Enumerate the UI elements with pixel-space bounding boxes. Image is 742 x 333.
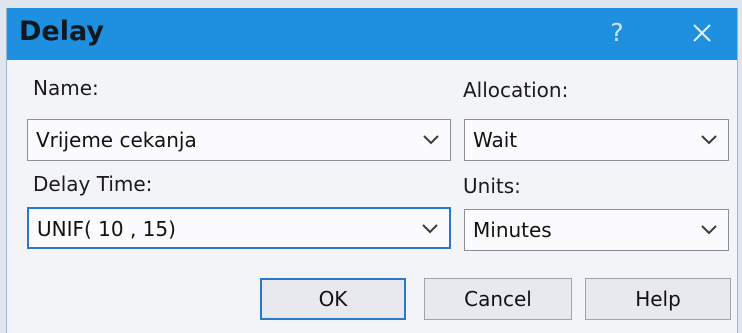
units-label: Units: bbox=[463, 174, 521, 198]
chevron-down-icon[interactable] bbox=[422, 132, 440, 146]
name-value: Vrijeme cekanja bbox=[36, 128, 197, 152]
delay-time-value: UNIF( 10 , 15) bbox=[37, 217, 176, 241]
name-combobox[interactable]: Vrijeme cekanja bbox=[27, 119, 451, 161]
window-title: Delay bbox=[19, 16, 104, 47]
units-value: Minutes bbox=[473, 218, 552, 242]
close-icon[interactable] bbox=[687, 18, 717, 48]
chevron-down-icon[interactable] bbox=[700, 132, 718, 146]
help-icon[interactable]: ? bbox=[607, 19, 627, 47]
allocation-value: Wait bbox=[473, 128, 518, 152]
chevron-down-icon[interactable] bbox=[421, 221, 439, 235]
title-bar[interactable]: Delay ? bbox=[7, 8, 737, 60]
cancel-button[interactable]: Cancel bbox=[424, 278, 572, 320]
name-label: Name: bbox=[33, 76, 99, 100]
units-combobox[interactable]: Minutes bbox=[464, 209, 729, 251]
allocation-combobox[interactable]: Wait bbox=[464, 119, 729, 161]
chevron-down-icon[interactable] bbox=[700, 222, 718, 236]
help-button[interactable]: Help bbox=[585, 278, 731, 320]
delay-dialog: Delay ? Name: Vrijeme cekanja Delay Time… bbox=[6, 8, 738, 333]
ok-button[interactable]: OK bbox=[260, 278, 406, 320]
allocation-label: Allocation: bbox=[463, 78, 569, 102]
delay-time-label: Delay Time: bbox=[33, 172, 153, 196]
delay-time-combobox[interactable]: UNIF( 10 , 15) bbox=[27, 207, 451, 249]
